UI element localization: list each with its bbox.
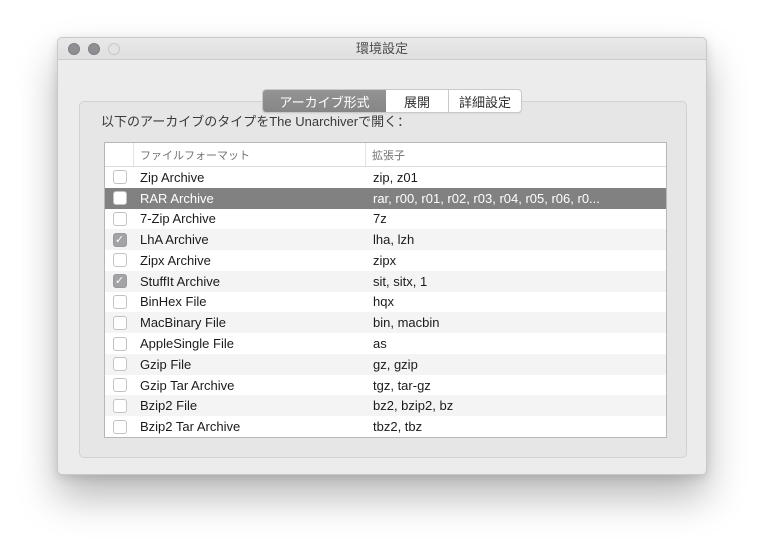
- extensions-cell: zipx: [373, 252, 397, 268]
- preferences-window: 環境設定 アーカイブ形式 展開 詳細設定 以下のアーカイブのタイプをThe Unar…: [57, 37, 707, 475]
- table-body: Zip Archive zip, z01 RAR Archive rar, r00, …: [105, 167, 666, 437]
- table-row[interactable]: Gzip Tar Archive tgz, tar-gz: [105, 374, 666, 396]
- extensions-cell: 7z: [373, 211, 387, 227]
- format-cell: AppleSingle File: [140, 336, 234, 351]
- minimize-button[interactable]: [88, 43, 100, 55]
- intro-label: 以下のアーカイブのタイプをThe Unarchiverで開く：: [101, 114, 411, 129]
- extensions-cell: rar, r00, r01, r02, r03, r04, r05, r06, …: [373, 190, 600, 206]
- extensions-cell: hqx: [373, 294, 394, 310]
- extensions-cell: bin, macbin: [373, 315, 440, 331]
- checkbox-cell: [105, 253, 134, 268]
- tab-extraction[interactable]: 展開: [386, 90, 448, 112]
- extensions-cell: tbz2, tbz: [373, 419, 423, 435]
- table-row[interactable]: Bzip2 File bz2, bzip2, bz: [105, 395, 666, 417]
- format-cell: Gzip File: [140, 356, 192, 372]
- format-cell: BinHex File: [140, 294, 207, 310]
- checkbox-cell: [105, 274, 134, 289]
- checkbox-cell: [105, 378, 134, 393]
- checkbox-cell: [105, 170, 134, 185]
- checkbox-unchecked[interactable]: [112, 357, 127, 372]
- table-header: ファイルフォーマット 拡張子: [105, 143, 666, 167]
- close-button[interactable]: [68, 43, 80, 55]
- table-row[interactable]: RAR Archive rar, r00, r01, r02, r03, r04,…: [105, 187, 666, 209]
- checkbox-cell: [105, 357, 134, 372]
- table-row[interactable]: Bzip2 Tar Archive tbz2, tbz: [105, 416, 666, 437]
- format-cell: RAR Archive: [140, 190, 214, 206]
- tab-advanced[interactable]: 詳細設定: [448, 90, 521, 112]
- archive-formats-table: ファイルフォーマット 拡張子 Zip Archive zip, z01 RAR Ar…: [104, 142, 667, 438]
- checkbox-cell: [105, 336, 134, 351]
- table-row[interactable]: Zipx Archive zipx: [105, 250, 666, 271]
- column-header-extensions[interactable]: 拡張子: [366, 143, 666, 166]
- checkbox-cell: [105, 211, 134, 226]
- format-cell: 7-Zip Archive: [140, 211, 216, 227]
- table-row[interactable]: BinHex File hqx: [105, 291, 666, 313]
- checkbox-unchecked[interactable]: [112, 398, 127, 413]
- format-cell: Zip Archive: [140, 169, 205, 185]
- format-cell: Zipx Archive: [140, 252, 211, 268]
- checkbox-checked[interactable]: [112, 274, 127, 289]
- extensions-cell: tgz, tar-gz: [373, 377, 431, 393]
- table-row[interactable]: MacBinary File bin, macbin: [105, 312, 666, 334]
- checkbox-unchecked[interactable]: [112, 211, 127, 226]
- checkbox-unchecked[interactable]: [112, 419, 127, 434]
- extensions-cell: sit, sitx, 1: [373, 273, 428, 289]
- checkbox-cell: [105, 419, 134, 434]
- zoom-button[interactable]: [108, 43, 120, 55]
- column-header-format[interactable]: ファイルフォーマット: [134, 143, 366, 166]
- checkbox-unchecked[interactable]: [112, 170, 127, 185]
- format-cell: StuffIt Archive: [140, 273, 220, 289]
- titlebar[interactable]: 環境設定: [58, 38, 706, 60]
- checkbox-checked[interactable]: [112, 232, 127, 247]
- table-row[interactable]: LhA Archive lha, lzh: [105, 229, 666, 251]
- format-cell: Bzip2 Tar Archive: [140, 419, 241, 435]
- checkbox-unchecked[interactable]: [112, 315, 127, 330]
- window-title: 環境設定: [355, 41, 408, 56]
- table-row[interactable]: Gzip File gz, gzip: [105, 353, 666, 375]
- table-row[interactable]: AppleSingle File as: [105, 333, 666, 354]
- format-cell: Bzip2 File: [140, 398, 198, 414]
- extensions-cell: zip, z01: [373, 169, 418, 185]
- checkbox-cell: [105, 232, 134, 247]
- extensions-cell: lha, lzh: [373, 232, 415, 248]
- checkbox-unchecked[interactable]: [112, 191, 127, 206]
- tab-archive-formats[interactable]: アーカイブ形式: [263, 90, 386, 112]
- tab-bar: アーカイブ形式 展開 詳細設定: [262, 89, 522, 113]
- extensions-cell: as: [373, 336, 387, 351]
- column-header-checkbox[interactable]: [105, 143, 134, 166]
- format-cell: MacBinary File: [140, 315, 226, 331]
- checkbox-cell: [105, 191, 134, 206]
- checkbox-unchecked[interactable]: [112, 253, 127, 268]
- table-row[interactable]: 7-Zip Archive 7z: [105, 208, 666, 230]
- checkbox-unchecked[interactable]: [112, 336, 127, 351]
- table-row[interactable]: StuffIt Archive sit, sitx, 1: [105, 270, 666, 292]
- checkbox-cell: [105, 315, 134, 330]
- extensions-cell: bz2, bzip2, bz: [373, 398, 454, 414]
- format-cell: Gzip Tar Archive: [140, 377, 235, 393]
- table-row[interactable]: Zip Archive zip, z01: [105, 167, 666, 188]
- extensions-cell: gz, gzip: [373, 356, 418, 372]
- traffic-lights: [68, 43, 120, 55]
- checkbox-cell: [105, 398, 134, 413]
- checkbox-unchecked[interactable]: [112, 294, 127, 309]
- format-cell: LhA Archive: [140, 232, 209, 248]
- checkbox-cell: [105, 294, 134, 309]
- checkbox-unchecked[interactable]: [112, 378, 127, 393]
